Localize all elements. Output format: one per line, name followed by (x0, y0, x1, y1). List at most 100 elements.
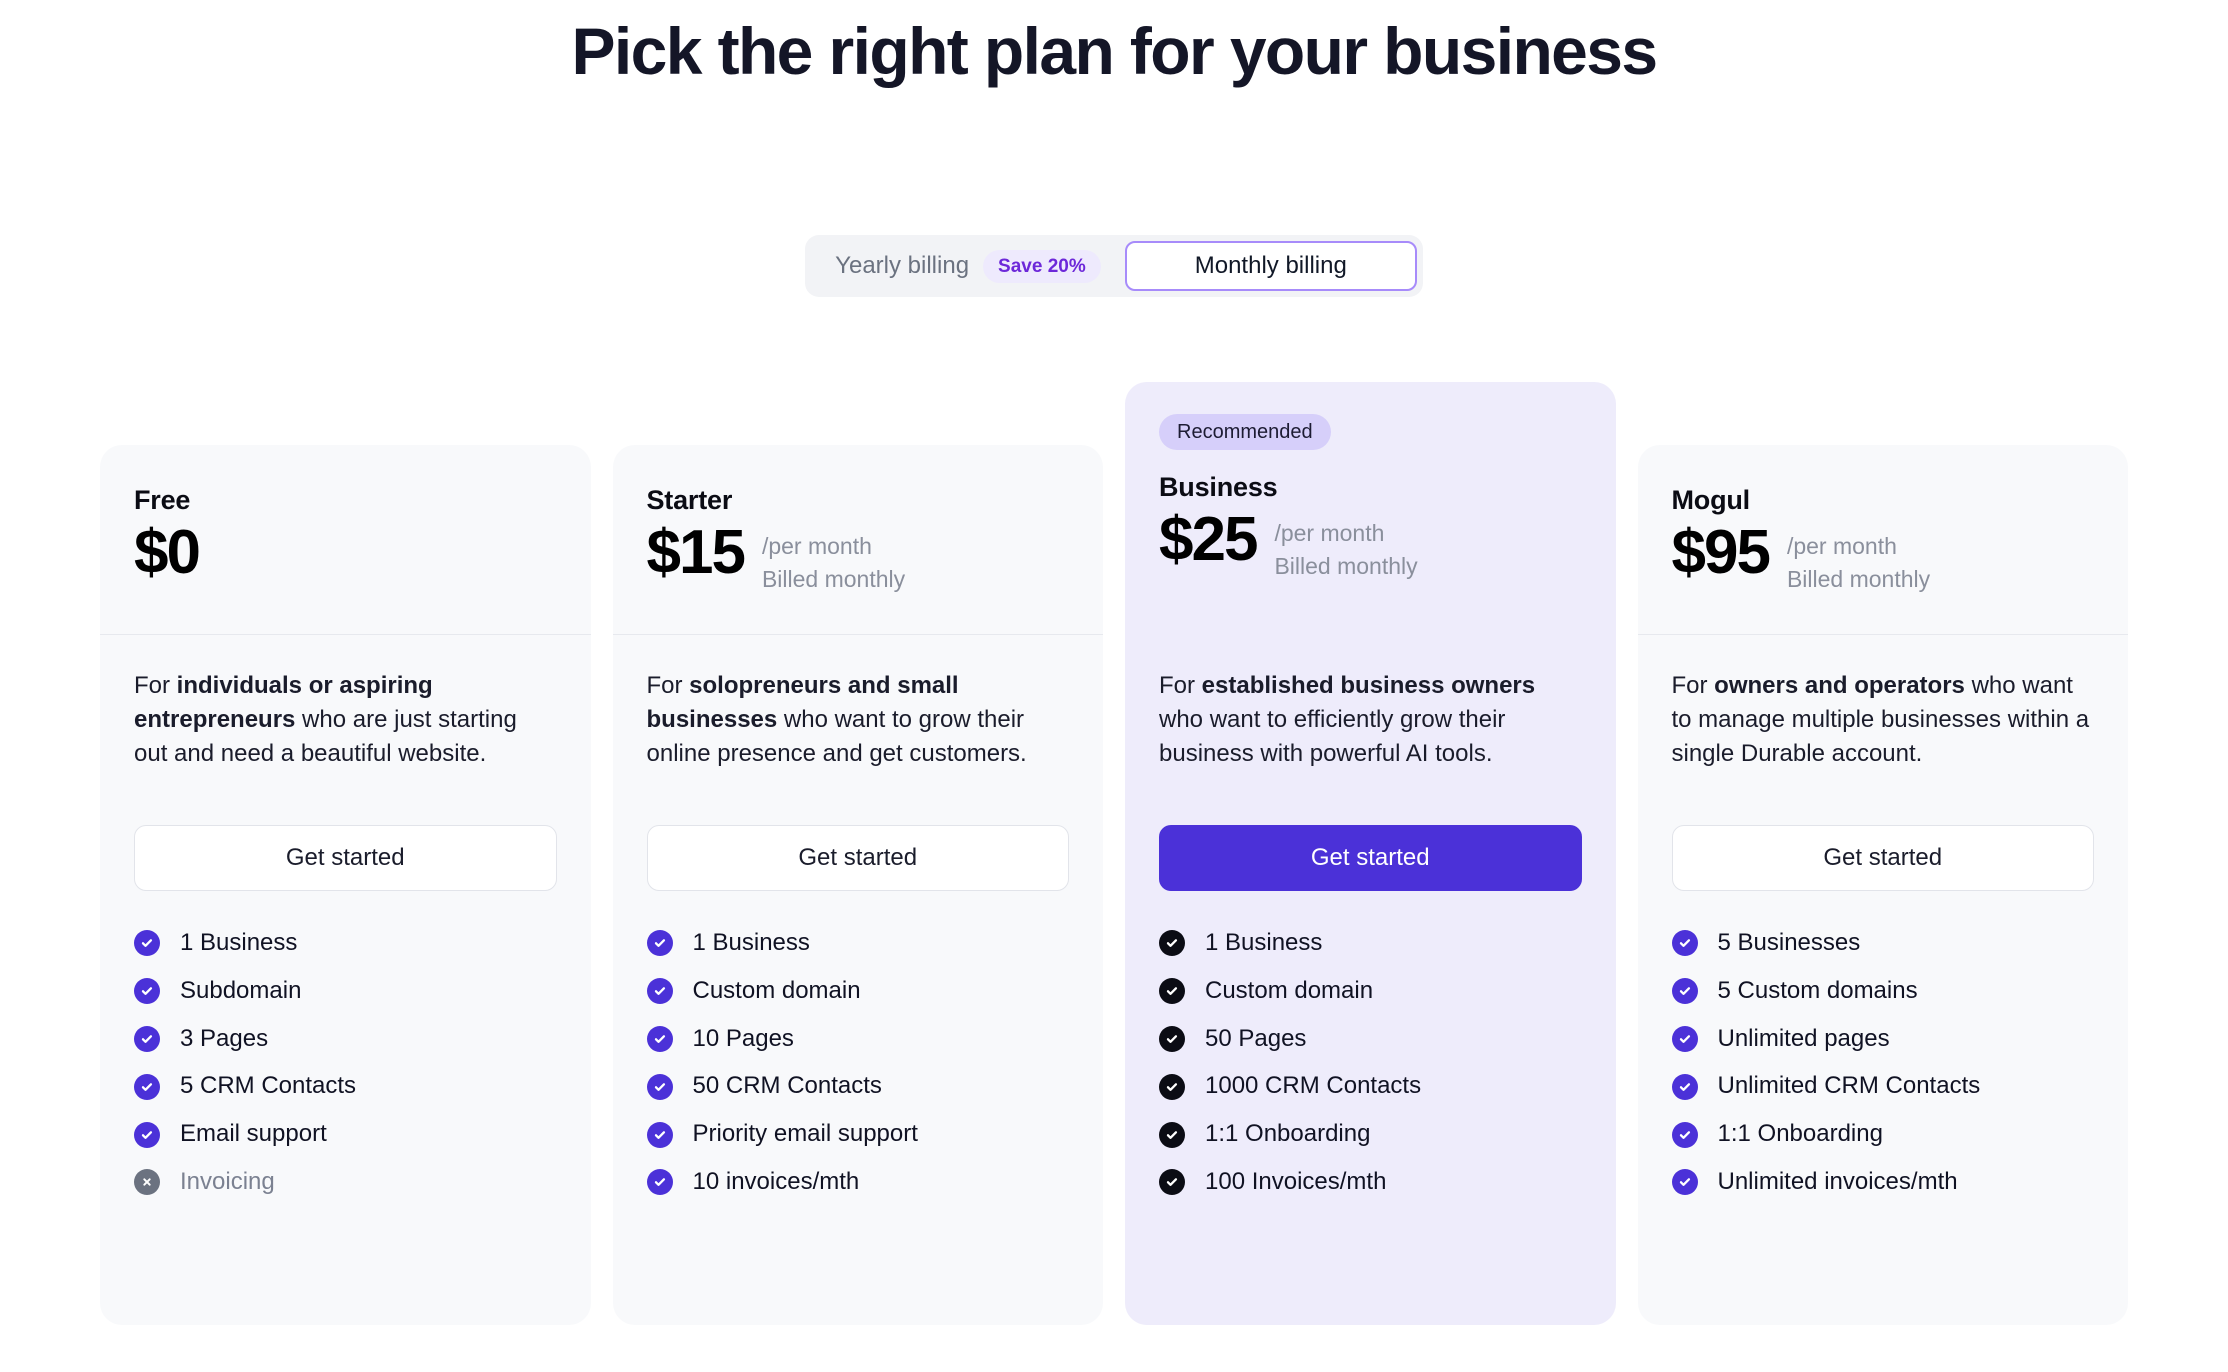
feature-label: 5 Businesses (1717, 929, 1861, 956)
get-started-button[interactable]: Get started (1671, 825, 2094, 891)
check-circle-icon (646, 978, 673, 1005)
feature-item: Email support (134, 1120, 557, 1149)
feature-label: Unlimited invoices/mth (1717, 1167, 1958, 1195)
price-row: $25/per month Billed monthly (1159, 509, 1582, 582)
feature-item: 5 CRM Contacts (134, 1072, 557, 1101)
feature-item: Unlimited pages (1671, 1024, 2095, 1054)
check-circle-icon (1159, 978, 1185, 1005)
feature-label: 1 Business (692, 929, 810, 956)
price-per-label: /per month (1786, 533, 1897, 559)
desc-prefix: For (1159, 672, 1202, 699)
feature-item: Custom domain (1159, 977, 1582, 1006)
feature-item: Custom domain (646, 976, 1070, 1006)
card-body: For solopreneurs and small businesses wh… (613, 635, 1104, 1325)
page-title: Pick the right plan for your business (571, 14, 1658, 88)
check-circle-icon (134, 1073, 160, 1100)
feature-label: Priority email support (692, 1120, 918, 1148)
feature-label: Email support (180, 1120, 327, 1148)
plan-name: Starter (646, 485, 733, 515)
feature-label: 10 Pages (692, 1024, 794, 1052)
feature-label: Unlimited pages (1717, 1024, 1890, 1052)
save-badge: Save 20% (983, 249, 1101, 283)
price-per-label: /per month (761, 533, 872, 559)
cross-circle-icon (134, 1169, 160, 1196)
feature-label: Invoicing (180, 1167, 275, 1195)
plan-price: $15 (646, 518, 746, 587)
get-started-button[interactable]: Get started (646, 825, 1069, 891)
feature-item: Subdomain (134, 977, 557, 1006)
plan-name: Free (134, 485, 191, 515)
desc-highlight: established business owners (1201, 672, 1536, 699)
feature-item: 1 Business (134, 929, 557, 958)
plan-price: $0 (134, 518, 201, 587)
check-circle-icon (134, 1025, 160, 1052)
feature-label: 50 Pages (1205, 1024, 1307, 1052)
card-header: Mogul $95/per month Billed monthly (1637, 445, 2128, 635)
get-started-button[interactable]: Get started (134, 825, 557, 891)
price-row: $95/per month Billed monthly (1672, 522, 2095, 595)
pricing-card-free: Free $0 For individuals or aspiring entrep… (100, 445, 591, 1325)
billing-yearly-label: Yearly billing (835, 252, 970, 280)
plan-price: $95 (1671, 518, 1771, 587)
feature-label: 5 CRM Contacts (180, 1072, 357, 1100)
recommended-badge: Recommended (1159, 414, 1331, 450)
card-header: Free $0 (100, 445, 591, 635)
plan-description: For owners and operators who want to man… (1672, 669, 2095, 809)
billing-option-yearly[interactable]: Yearly billing Save 20% (811, 241, 1125, 291)
check-circle-icon (1159, 1025, 1185, 1052)
feature-item: 1000 CRM Contacts (1159, 1072, 1582, 1101)
feature-item: 1 Business (646, 929, 1070, 958)
price-billed-label: Billed monthly (1274, 552, 1418, 579)
card-header: Starter $15/per month Billed monthly (612, 445, 1103, 635)
pricing-card-starter: Starter $15/per month Billed monthly For so… (612, 445, 1104, 1325)
billing-toggle: Yearly billing Save 20% Monthly billing (805, 235, 1423, 298)
check-circle-icon (646, 1169, 673, 1196)
feature-item: 10 invoices/mth (646, 1168, 1070, 1197)
check-circle-icon (134, 978, 160, 1005)
plan-description: For solopreneurs and small businesses wh… (647, 669, 1070, 809)
feature-item: Invoicing (134, 1168, 557, 1197)
price-period: /per month Billed monthly (1274, 509, 1417, 582)
check-circle-icon (1159, 1121, 1185, 1148)
pricing-card-business: Recommended Business $25/per month Billed m… (1125, 382, 1616, 1325)
feature-label: 1 Business (180, 929, 298, 956)
check-circle-icon (1671, 978, 1698, 1005)
price-per-label: /per month (1274, 520, 1385, 546)
get-started-button[interactable]: Get started (1159, 825, 1582, 891)
feature-item: 1 Business (1159, 929, 1582, 958)
feature-item: 5 Businesses (1671, 929, 2095, 958)
check-circle-icon (646, 930, 673, 957)
check-circle-icon (134, 930, 160, 957)
card-body: For owners and operators who want to man… (1638, 635, 2129, 1325)
pricing-cards-row: Free $0 For individuals or aspiring entrep… (100, 382, 2128, 1325)
pricing-page: Pick the right plan for your business Ye… (0, 0, 2228, 1372)
card-header: Recommended Business $25/per month Billed m… (1125, 382, 1616, 635)
check-circle-icon (1671, 1025, 1698, 1052)
price-billed-label: Billed monthly (761, 565, 906, 592)
price-billed-label: Billed monthly (1786, 565, 1931, 592)
price-row: $15/per month Billed monthly (647, 522, 1070, 595)
feature-label: Subdomain (180, 976, 302, 1004)
feature-item: 1:1 Onboarding (1671, 1120, 2095, 1149)
plan-name: Business (1159, 472, 1278, 502)
feature-label: Custom domain (692, 976, 861, 1004)
check-circle-icon (1671, 1073, 1698, 1100)
check-circle-icon (1159, 1169, 1185, 1196)
billing-option-monthly[interactable]: Monthly billing (1124, 241, 1417, 292)
feature-label: 1:1 Onboarding (1205, 1120, 1371, 1148)
card-body: For individuals or aspiring entrepreneur… (100, 635, 591, 1325)
check-circle-icon (1159, 930, 1185, 957)
feature-item: 50 Pages (1159, 1025, 1582, 1054)
check-circle-icon (134, 1121, 160, 1148)
feature-item: 3 Pages (134, 1025, 557, 1054)
feature-item: 100 Invoices/mth (1159, 1168, 1582, 1197)
feature-label: 100 Invoices/mth (1205, 1167, 1387, 1195)
feature-item: 5 Custom domains (1671, 977, 2095, 1006)
feature-item: Unlimited invoices/mth (1671, 1167, 2095, 1197)
check-circle-icon (1671, 1169, 1698, 1196)
feature-label: 1000 CRM Contacts (1205, 1072, 1422, 1100)
pricing-card-mogul: Mogul $95/per month Billed monthly For owne… (1637, 445, 2129, 1325)
desc-prefix: For (134, 672, 177, 699)
billing-toggle-container: Yearly billing Save 20% Monthly billing (0, 235, 2228, 298)
check-circle-icon (1671, 930, 1698, 957)
